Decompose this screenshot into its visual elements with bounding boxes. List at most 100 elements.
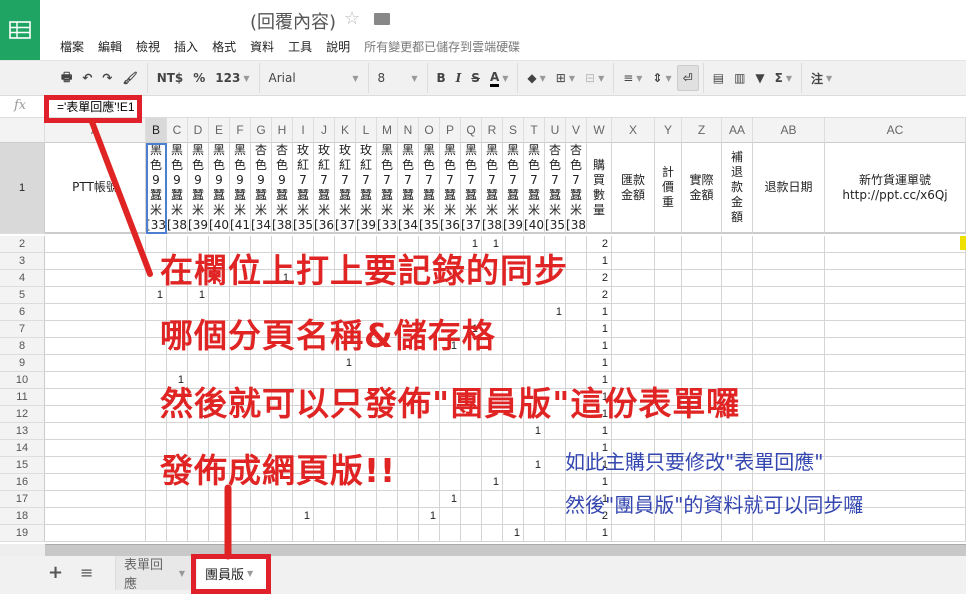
cell-m9[interactable]: [377, 355, 398, 372]
cell-p19[interactable]: [440, 525, 461, 542]
cell-d18[interactable]: [188, 508, 209, 525]
cell-r15[interactable]: [482, 457, 503, 474]
number-format-dropdown[interactable]: 123 ▼: [210, 65, 254, 91]
chart-icon[interactable]: ▥: [729, 65, 750, 91]
row-header-14[interactable]: 14: [0, 440, 45, 457]
cell-y4[interactable]: [655, 270, 682, 287]
cell-ac4[interactable]: [825, 270, 966, 287]
cell-a16[interactable]: [45, 474, 146, 491]
cell-m19[interactable]: [377, 525, 398, 542]
formula-input[interactable]: [57, 99, 857, 113]
cell-y7[interactable]: [655, 321, 682, 338]
cell-c9[interactable]: [167, 355, 188, 372]
cell-f19[interactable]: [230, 525, 251, 542]
header-cell-aa[interactable]: 補 退 款 金 額: [722, 143, 753, 234]
cell-j19[interactable]: [314, 525, 335, 542]
align-icon[interactable]: ≡ ▼: [618, 65, 647, 91]
cell-c19[interactable]: [167, 525, 188, 542]
cell-ab2[interactable]: [753, 236, 825, 253]
row-header-4[interactable]: 4: [0, 270, 45, 287]
column-header-t[interactable]: T: [524, 118, 545, 143]
cell-u9[interactable]: [545, 355, 566, 372]
cell-u17[interactable]: [545, 491, 566, 508]
row-header-18[interactable]: 18: [0, 508, 45, 525]
cell-n9[interactable]: [398, 355, 419, 372]
header-cell-t[interactable]: 黑 色 7 蠶 米 [40: [524, 143, 545, 234]
cell-v13[interactable]: [566, 423, 587, 440]
cell-v2[interactable]: [566, 236, 587, 253]
cell-z5[interactable]: [682, 287, 722, 304]
cell-r19[interactable]: [482, 525, 503, 542]
fill-color-icon[interactable]: ◆ ▼: [522, 65, 550, 91]
cell-u13[interactable]: [545, 423, 566, 440]
menu-format[interactable]: 格式: [212, 38, 236, 55]
cell-a13[interactable]: [45, 423, 146, 440]
cell-p14[interactable]: [440, 440, 461, 457]
cell-r18[interactable]: [482, 508, 503, 525]
cell-a10[interactable]: [45, 372, 146, 389]
cell-t19[interactable]: [524, 525, 545, 542]
column-header-k[interactable]: K: [335, 118, 356, 143]
row-header-1[interactable]: 1: [0, 143, 45, 234]
cell-o9[interactable]: [419, 355, 440, 372]
cell-u8[interactable]: [545, 338, 566, 355]
cell-x9[interactable]: [612, 355, 655, 372]
row-header-17[interactable]: 17: [0, 491, 45, 508]
cell-s14[interactable]: [503, 440, 524, 457]
cell-ab7[interactable]: [753, 321, 825, 338]
cell-y9[interactable]: [655, 355, 682, 372]
column-header-j[interactable]: J: [314, 118, 335, 143]
header-cell-k[interactable]: 玫 紅 7 蠶 米 [37: [335, 143, 356, 234]
cell-p9[interactable]: [440, 355, 461, 372]
star-icon[interactable]: ☆: [344, 8, 360, 29]
cell-d13[interactable]: [188, 423, 209, 440]
cell-s8[interactable]: [503, 338, 524, 355]
font-dropdown[interactable]: Arial ▼: [264, 65, 364, 91]
column-header-u[interactable]: U: [545, 118, 566, 143]
cell-a6[interactable]: [45, 304, 146, 321]
cell-ab12[interactable]: [753, 406, 825, 423]
header-cell-i[interactable]: 玫 紅 7 蠶 米 [35: [293, 143, 314, 234]
cell-e18[interactable]: [209, 508, 230, 525]
chevron-down-icon[interactable]: ▼: [179, 569, 185, 578]
cell-h18[interactable]: [272, 508, 293, 525]
cell-a18[interactable]: [45, 508, 146, 525]
cell-ac15[interactable]: [825, 457, 966, 474]
cell-a15[interactable]: [45, 457, 146, 474]
cell-y8[interactable]: [655, 338, 682, 355]
column-header-ab[interactable]: AB: [753, 118, 825, 143]
cell-ab19[interactable]: [753, 525, 825, 542]
cell-g19[interactable]: [251, 525, 272, 542]
row-header-12[interactable]: 12: [0, 406, 45, 423]
column-header-aa[interactable]: AA: [722, 118, 753, 143]
cell-r9[interactable]: [482, 355, 503, 372]
column-header-d[interactable]: D: [188, 118, 209, 143]
cell-p17[interactable]: 1: [440, 491, 461, 508]
sheet-list-icon[interactable]: ≡: [80, 563, 93, 582]
cell-a17[interactable]: [45, 491, 146, 508]
cell-w3[interactable]: 1: [587, 253, 612, 270]
cell-o16[interactable]: [419, 474, 440, 491]
header-cell-y[interactable]: 計 價 重: [655, 143, 682, 234]
column-header-h[interactable]: H: [272, 118, 293, 143]
cell-x4[interactable]: [612, 270, 655, 287]
cell-y5[interactable]: [655, 287, 682, 304]
cell-p13[interactable]: [440, 423, 461, 440]
header-cell-u[interactable]: 杏 色 7 蠶 米 [35: [545, 143, 566, 234]
cell-y13[interactable]: [655, 423, 682, 440]
cell-w2[interactable]: 2: [587, 236, 612, 253]
cell-ab6[interactable]: [753, 304, 825, 321]
cell-aa4[interactable]: [722, 270, 753, 287]
cell-z6[interactable]: [682, 304, 722, 321]
cell-aa6[interactable]: [722, 304, 753, 321]
select-all-corner[interactable]: [0, 118, 45, 143]
cell-v6[interactable]: [566, 304, 587, 321]
cell-i9[interactable]: [293, 355, 314, 372]
row-header-5[interactable]: 5: [0, 287, 45, 304]
cell-r14[interactable]: [482, 440, 503, 457]
cell-i13[interactable]: [293, 423, 314, 440]
cell-a9[interactable]: [45, 355, 146, 372]
cell-w8[interactable]: 1: [587, 338, 612, 355]
row-header-15[interactable]: 15: [0, 457, 45, 474]
cell-t6[interactable]: [524, 304, 545, 321]
